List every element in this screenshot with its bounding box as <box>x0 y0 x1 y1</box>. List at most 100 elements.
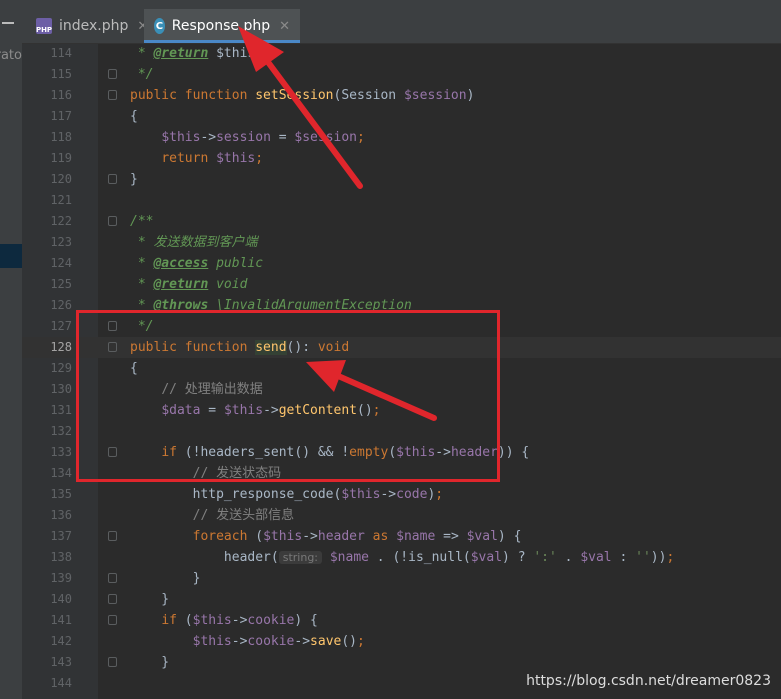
fold-marker-icon[interactable] <box>108 90 117 100</box>
code-token: * 发送数据到客户端 <box>130 235 258 250</box>
code-line[interactable]: 121 <box>22 190 781 211</box>
tab-response-php[interactable]: C Response.php ✕ <box>144 9 300 43</box>
code-text: // 发送头部信息 <box>130 505 294 526</box>
fold-marker-icon[interactable] <box>108 69 117 79</box>
code-text: $this->cookie->save(); <box>130 631 365 652</box>
code-token: @return <box>153 46 209 61</box>
code-token: $name <box>329 550 369 565</box>
code-token: $this <box>208 46 256 61</box>
code-token: ; <box>357 130 365 145</box>
code-token: public <box>208 256 264 271</box>
code-token: '' <box>635 550 651 565</box>
code-token: } <box>130 655 170 670</box>
code-token: -> <box>200 130 217 145</box>
code-line[interactable]: 116 public function setSession(Session $s… <box>22 85 781 106</box>
code-token: ) { <box>294 613 318 628</box>
project-panel-strip: rato <box>0 0 23 699</box>
code-line[interactable]: 124 * @access public <box>22 253 781 274</box>
code-token: * <box>130 256 154 271</box>
code-line[interactable]: 135 http_response_code($this->code); <box>22 484 781 505</box>
code-line[interactable]: 141 if ($this->cookie) { <box>22 610 781 631</box>
code-line[interactable]: 125 * @return void <box>22 274 781 295</box>
code-token: => <box>435 529 467 544</box>
code-text: public function setSession(Session $sess… <box>130 85 474 106</box>
code-line[interactable]: 115 */ <box>22 64 781 85</box>
line-number: 124 <box>50 256 72 270</box>
code-line[interactable]: 142 $this->cookie->save(); <box>22 631 781 652</box>
fold-marker-icon[interactable] <box>108 657 117 667</box>
editor-tab-bar: PHP index.php ✕ C Response.php ✕ <box>22 0 781 44</box>
selected-tree-item[interactable] <box>0 244 22 268</box>
code-text: { <box>130 106 138 127</box>
fold-marker-icon[interactable] <box>108 531 117 541</box>
code-token: $val <box>466 529 498 544</box>
code-line[interactable]: 140 } <box>22 589 781 610</box>
close-icon[interactable]: ✕ <box>279 19 290 34</box>
code-line[interactable]: 114 * @return $this <box>22 43 781 64</box>
code-line[interactable]: 143 } <box>22 652 781 673</box>
php-file-icon: PHP <box>36 18 52 34</box>
code-token: (Session <box>333 88 404 103</box>
code-line[interactable]: 139 } <box>22 568 781 589</box>
code-token: -> <box>231 613 248 628</box>
code-line[interactable]: 117 { <box>22 106 781 127</box>
code-token: } <box>130 172 138 187</box>
fold-marker-icon[interactable] <box>108 615 117 625</box>
code-token: */ <box>130 67 154 82</box>
code-text: */ <box>130 64 154 85</box>
code-token: )) { <box>497 445 530 460</box>
code-line[interactable]: 137 foreach ($this->header as $name => $… <box>22 526 781 547</box>
code-token: cookie <box>247 634 295 649</box>
code-line[interactable]: 138 header(string: $name . (!is_null($va… <box>22 547 781 568</box>
code-token: ) <box>466 88 475 103</box>
line-number: 142 <box>50 634 72 648</box>
code-text: http_response_code($this->code); <box>130 484 443 505</box>
tab-index-php[interactable]: PHP index.php ✕ <box>26 9 158 43</box>
line-number: 140 <box>50 592 72 606</box>
code-token: $name <box>396 529 436 544</box>
code-text: return $this; <box>130 148 263 169</box>
fold-marker-icon[interactable] <box>108 594 117 604</box>
code-token: $this <box>216 151 256 166</box>
code-line[interactable]: 122 /** <box>22 211 781 232</box>
code-text: } <box>130 568 201 589</box>
code-token: $this <box>161 130 201 145</box>
code-line[interactable]: 120} <box>22 169 781 190</box>
fold-marker-icon[interactable] <box>108 174 117 184</box>
code-text: $this->session = $session; <box>130 127 365 148</box>
code-token: -> <box>302 529 318 544</box>
line-number: 120 <box>50 172 72 186</box>
line-number: 129 <box>50 361 72 375</box>
line-number: 131 <box>50 403 72 417</box>
code-token: $this <box>192 634 232 649</box>
tab-label: index.php <box>59 18 129 34</box>
line-number: 138 <box>50 550 72 564</box>
code-token: header( <box>130 550 279 565</box>
code-token: ; <box>666 550 675 565</box>
code-token: string: <box>278 551 323 564</box>
code-line[interactable]: 119 return $this; <box>22 148 781 169</box>
code-token: cookie <box>247 613 295 628</box>
code-token: . (!is_null( <box>368 550 471 565</box>
code-token: . <box>556 550 581 565</box>
code-line[interactable]: 118 $this->session = $session; <box>22 127 781 148</box>
code-token: = <box>270 130 295 145</box>
fold-marker-icon[interactable] <box>108 216 117 226</box>
code-line[interactable]: 123 * 发送数据到客户端 <box>22 232 781 253</box>
line-number: 117 <box>50 109 72 123</box>
code-line[interactable]: 136 // 发送头部信息 <box>22 505 781 526</box>
line-number: 118 <box>50 130 72 144</box>
fold-marker-icon[interactable] <box>108 573 117 583</box>
watermark: https://blog.csdn.net/dreamer0823 <box>526 673 771 689</box>
code-text: } <box>130 169 138 190</box>
code-token: -> <box>380 487 397 502</box>
line-number: 130 <box>50 382 72 396</box>
minimize-icon[interactable] <box>2 22 14 24</box>
line-number: 121 <box>50 193 72 207</box>
